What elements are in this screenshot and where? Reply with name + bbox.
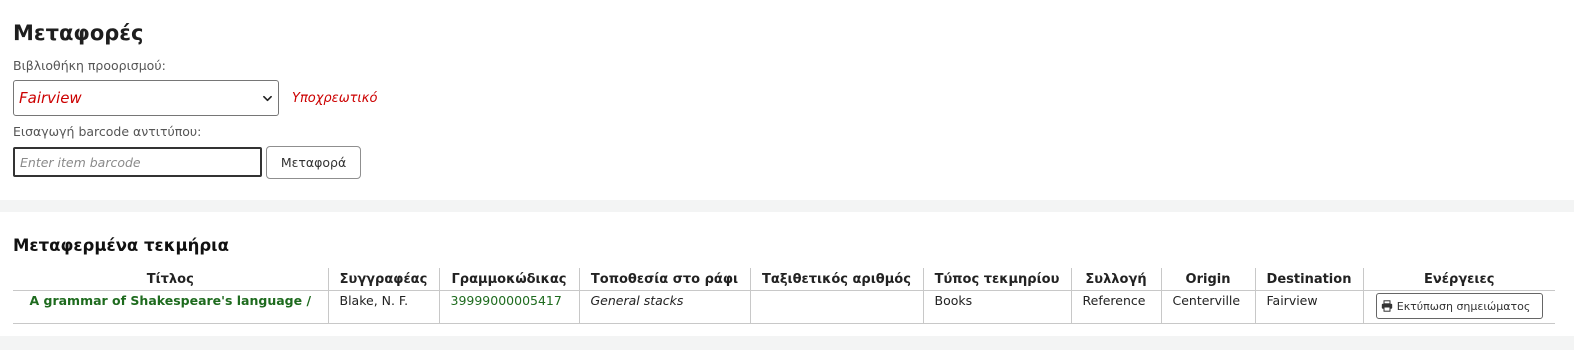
cell-barcode: 39999000005417	[438, 290, 579, 324]
column-header-origin[interactable]: Origin	[1160, 268, 1255, 291]
cell-origin: Centerville	[1160, 290, 1255, 324]
table-row: A grammar of Shakespeare's language / Bl…	[13, 290, 1555, 324]
column-header-title[interactable]: Τίτλος	[13, 268, 328, 291]
table-header-row: Τίτλος Συγγραφέας Γραμμοκώδικας Τοποθεσί…	[13, 268, 1555, 291]
transfer-button[interactable]: Μεταφορά	[266, 146, 361, 179]
item-title-link[interactable]: A grammar of Shakespeare's language /	[29, 293, 311, 308]
library-select-value: Fairview	[19, 89, 82, 107]
section-divider	[0, 200, 1574, 212]
footer-band	[0, 336, 1574, 350]
column-header-collection[interactable]: Συλλογή	[1070, 268, 1161, 291]
transferred-section-title: Μεταφερμένα τεκμήρια	[13, 236, 229, 255]
library-select[interactable]: Fairview	[13, 80, 279, 116]
cell-call-number	[749, 290, 923, 324]
column-header-barcode[interactable]: Γραμμοκώδικας	[438, 268, 579, 291]
chevron-down-icon	[263, 95, 272, 102]
column-header-author[interactable]: Συγγραφέας	[327, 268, 439, 291]
cell-author: Blake, N. F.	[327, 290, 439, 324]
barcode-input[interactable]	[13, 147, 262, 177]
barcode-label: Εισαγωγή barcode αντιτύπου:	[13, 124, 202, 139]
column-header-call-number[interactable]: Ταξιθετικός αριθμός	[749, 268, 923, 291]
cell-collection: Reference	[1070, 290, 1161, 324]
printer-icon	[1381, 300, 1392, 312]
print-slip-label: Εκτύπωση σημειώματος	[1396, 299, 1531, 313]
page-title: Μεταφορές	[13, 21, 144, 45]
required-note: Υποχρεωτικό	[292, 91, 378, 106]
cell-destination: Fairview	[1254, 290, 1363, 324]
cell-shelving-location: General stacks	[578, 290, 750, 324]
transferred-items-table: Τίτλος Συγγραφέας Γραμμοκώδικας Τοποθεσί…	[13, 268, 1555, 324]
column-header-actions: Ενέργειες	[1362, 268, 1555, 291]
cell-actions: Εκτύπωση σημειώματος	[1362, 290, 1555, 324]
item-barcode-link[interactable]: 39999000005417	[451, 293, 562, 308]
cell-title: A grammar of Shakespeare's language /	[13, 290, 328, 324]
library-label: Βιβλιοθήκη προορισμού:	[13, 58, 166, 73]
column-header-destination[interactable]: Destination	[1254, 268, 1363, 291]
page: Μεταφορές Βιβλιοθήκη προορισμού: Fairvie…	[0, 0, 1574, 350]
column-header-shelving-location[interactable]: Τοποθεσία στο ράφι	[578, 268, 750, 291]
print-slip-button[interactable]: Εκτύπωση σημειώματος	[1375, 293, 1543, 319]
cell-item-type: Books	[922, 290, 1071, 324]
column-header-item-type[interactable]: Τύπος τεκμηρίου	[922, 268, 1071, 291]
transfer-form-panel: Μεταφορές Βιβλιοθήκη προορισμού: Fairvie…	[0, 0, 1574, 200]
